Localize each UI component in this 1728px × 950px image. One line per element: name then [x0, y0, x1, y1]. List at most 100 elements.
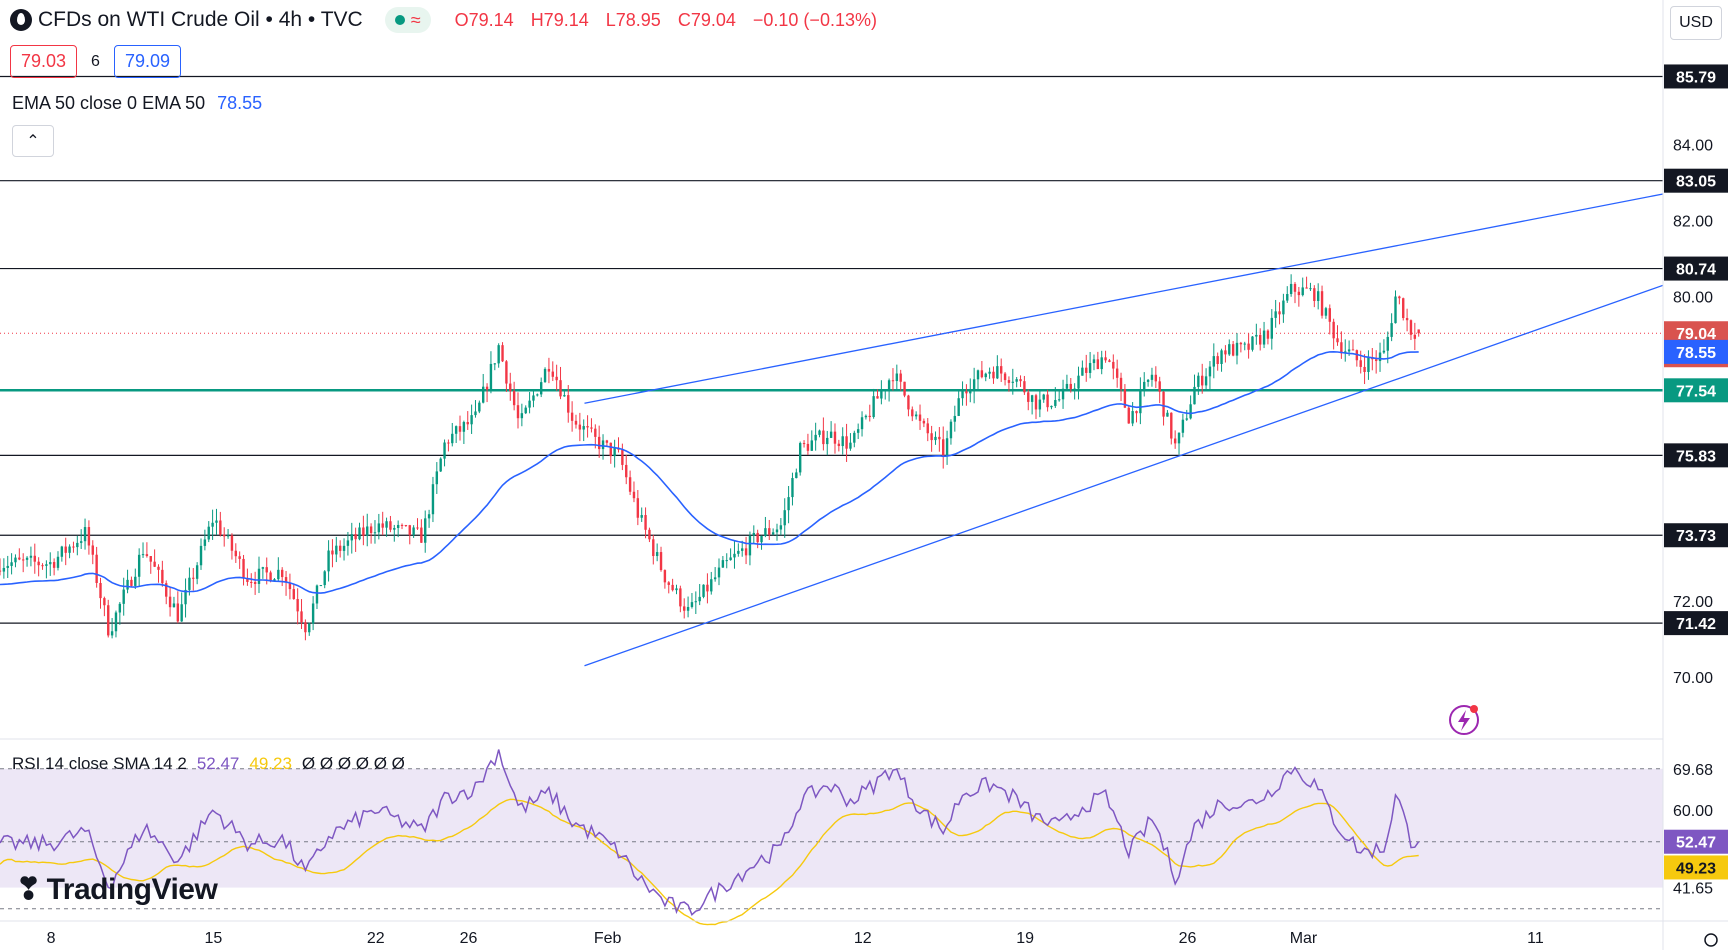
candle-body	[648, 529, 651, 540]
candle-body	[308, 623, 311, 633]
market-open-dot-icon	[394, 15, 405, 25]
candle-body	[435, 471, 439, 485]
chevron-up-icon: ⌃	[26, 133, 40, 150]
candle-body	[87, 527, 91, 546]
candle-body	[914, 414, 918, 417]
candle-body	[1115, 368, 1119, 378]
candle-body	[679, 588, 682, 607]
candle-body	[107, 605, 110, 636]
candle-body	[567, 395, 570, 413]
candle-body	[845, 436, 848, 449]
candle-body	[261, 567, 265, 569]
candle-body	[1328, 308, 1331, 322]
candle-body	[122, 589, 125, 604]
ohlc-close: C79.04	[677, 9, 736, 30]
candle-body	[868, 415, 871, 418]
candle-body	[547, 368, 551, 372]
candle-body	[1100, 357, 1103, 370]
candle-body	[760, 536, 763, 543]
candle-body	[153, 561, 156, 567]
candle-body	[1262, 330, 1266, 345]
symbol-title[interactable]: CFDs on WTI Crude Oil • 4h • TVC	[38, 8, 363, 32]
candle-body	[404, 524, 408, 526]
channel-lower-trendline[interactable]	[584, 284, 1664, 667]
candle-body	[103, 598, 106, 606]
candle-body	[702, 584, 705, 597]
candle-body	[52, 562, 56, 568]
candle-body	[516, 405, 520, 419]
candle-body	[609, 442, 612, 457]
sell-button[interactable]: 79.03	[10, 45, 78, 78]
candle-body	[1119, 377, 1123, 390]
collapse-legend-button[interactable]: ⌃	[12, 125, 54, 157]
market-status-pill[interactable]: ≈	[384, 7, 431, 33]
candle-body	[953, 415, 957, 422]
channel-upper-trendline[interactable]	[584, 193, 1664, 404]
candle-body	[818, 430, 821, 435]
settings-gear-icon[interactable]	[1704, 933, 1718, 947]
candle-body	[37, 561, 40, 566]
candle-body	[319, 585, 323, 587]
candle-body	[1259, 334, 1262, 345]
candle-body	[938, 436, 941, 440]
candle-body	[787, 497, 790, 511]
candle-body	[810, 440, 813, 451]
candle-body	[354, 534, 357, 540]
candle-body	[1220, 350, 1223, 365]
candle-body	[180, 604, 183, 622]
oil-drop-icon	[10, 9, 32, 31]
candle-body	[644, 515, 647, 530]
candle-body	[304, 622, 307, 633]
candle-body	[311, 603, 315, 624]
rsi-sma-value-label: 49.23	[1676, 860, 1716, 877]
buy-button[interactable]: 79.09	[113, 45, 181, 78]
candle-body	[1204, 376, 1208, 386]
ohlc-values: O79.14 H79.14 L78.95 C79.04 −0.10 (−0.13…	[455, 10, 877, 31]
candle-body	[733, 553, 736, 558]
chart-canvas[interactable]: 70.00 72.00 80.00 82.00 84.00 85.79 83.05 80.74…	[0, 0, 1728, 950]
candle-body	[1367, 357, 1370, 372]
candle-body	[640, 515, 643, 518]
candle-body	[988, 371, 991, 374]
candle-body	[1077, 375, 1080, 389]
candle-body	[1057, 399, 1061, 401]
candle-body	[826, 437, 829, 445]
candle-body	[1374, 359, 1378, 362]
candle-body	[1266, 330, 1270, 339]
candle-body	[1235, 342, 1239, 356]
rsi-legend-label: RSI 14 close SMA 14 2	[12, 754, 187, 773]
candle-body	[1112, 361, 1115, 369]
candle-body	[331, 550, 334, 555]
flash-event-icon[interactable]	[1449, 705, 1479, 735]
candle-body	[1402, 298, 1405, 319]
candle-body	[1305, 287, 1308, 289]
candle-body	[1320, 291, 1324, 316]
candle-body	[292, 589, 295, 600]
candle-body	[934, 436, 937, 441]
rsi-legend[interactable]: RSI 14 close SMA 14 2 52.47 49.23 Ø Ø Ø …	[12, 754, 405, 774]
candle-body	[891, 380, 895, 382]
rsi-pane[interactable]	[0, 749, 1663, 926]
ema-legend[interactable]: EMA 50 close 0 EMA 50 78.55	[12, 93, 262, 114]
candle-body	[72, 546, 75, 548]
tradingview-logo[interactable]: ❣ TradingView	[16, 872, 218, 907]
candle-body	[474, 411, 477, 416]
candle-body	[1189, 404, 1192, 419]
candle-body	[876, 396, 879, 399]
candle-body	[922, 420, 926, 424]
currency-button[interactable]: USD	[1670, 6, 1722, 40]
candle-body	[1166, 412, 1169, 417]
price-label-text: 77.54	[1676, 383, 1716, 400]
candle-body	[671, 584, 674, 591]
candle-body	[768, 528, 771, 535]
price-pane[interactable]	[0, 75, 1664, 667]
candle-body	[1390, 323, 1393, 337]
candle-body	[1015, 379, 1018, 382]
candle-body	[137, 554, 141, 577]
candle-body	[168, 596, 172, 608]
candle-body	[1224, 350, 1227, 355]
candle-body	[1146, 379, 1150, 382]
candle-body	[698, 596, 701, 602]
candle-body	[1216, 356, 1219, 365]
candle-body	[60, 546, 64, 557]
